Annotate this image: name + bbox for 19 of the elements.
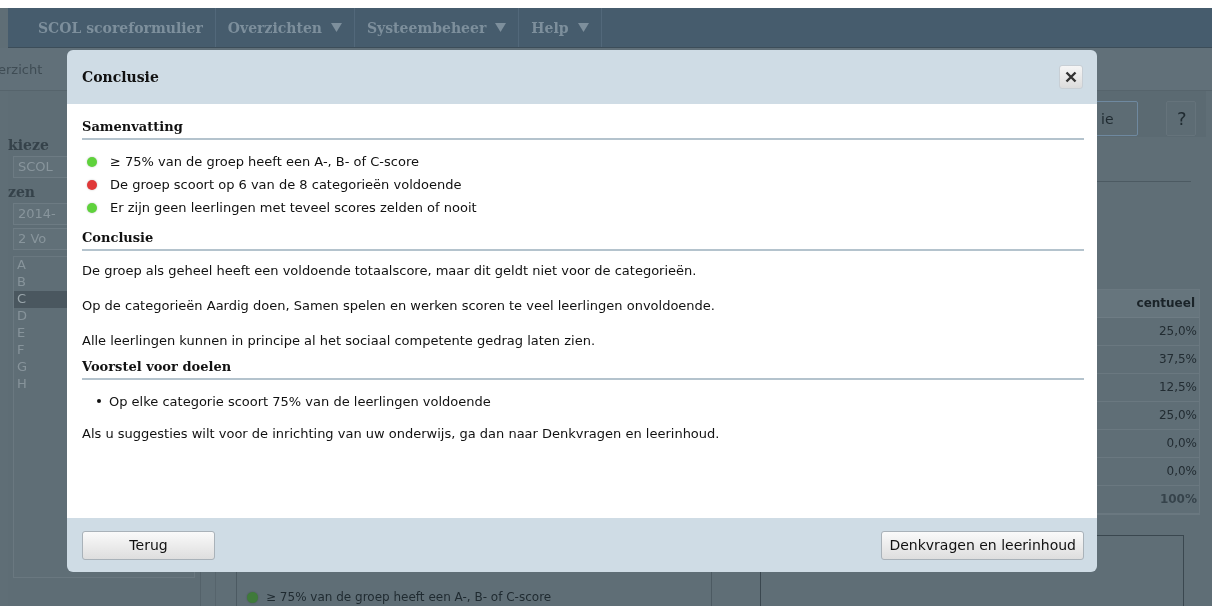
status-text: ≥ 75% van de groep heeft een A-, B- of C-score [110, 154, 419, 169]
back-button[interactable]: Terug [82, 530, 215, 560]
dialog-title: Conclusie [82, 69, 159, 85]
paragraph: De groep als geheel heeft een voldoende totaalscore, maar dit geldt niet voor de categorieën. [82, 262, 698, 280]
section-heading: Voorstel voor doelen [82, 356, 1084, 380]
action-button[interactable]: Denkvragen en leerinhoud [881, 530, 1084, 560]
legend-text: ≥ 75% van de groep heeft een A-, B- of C-score [266, 590, 552, 604]
paragraph: Alle leerlingen kunnen in principe al het sociaal competente gedrag laten zien. [82, 332, 597, 350]
close-icon [1065, 71, 1077, 83]
status-text: De groep scoort op 6 van de 8 categorieën voldoende [110, 177, 462, 192]
section-heading: Conclusie [82, 227, 1084, 251]
bullet-icon [97, 399, 101, 403]
section-heading: Samenvatting [82, 116, 1084, 140]
paragraph: Als u suggesties wilt voor de inrichting van uw onderwijs, ga dan naar Denkvragen en leerinhoud. [82, 425, 721, 443]
list-item-text: Op elke categorie scoort 75% van de leerlingen voldoende [109, 393, 491, 409]
paragraph: Op de categorieën Aardig doen, Samen spelen en werken scoren te veel leerlingen onvoldoende. [82, 297, 716, 315]
status-text: Er zijn geen leerlingen met teveel scores zelden of nooit [110, 200, 477, 215]
help-button[interactable]: ? [1166, 101, 1196, 136]
close-button[interactable] [1059, 65, 1083, 89]
